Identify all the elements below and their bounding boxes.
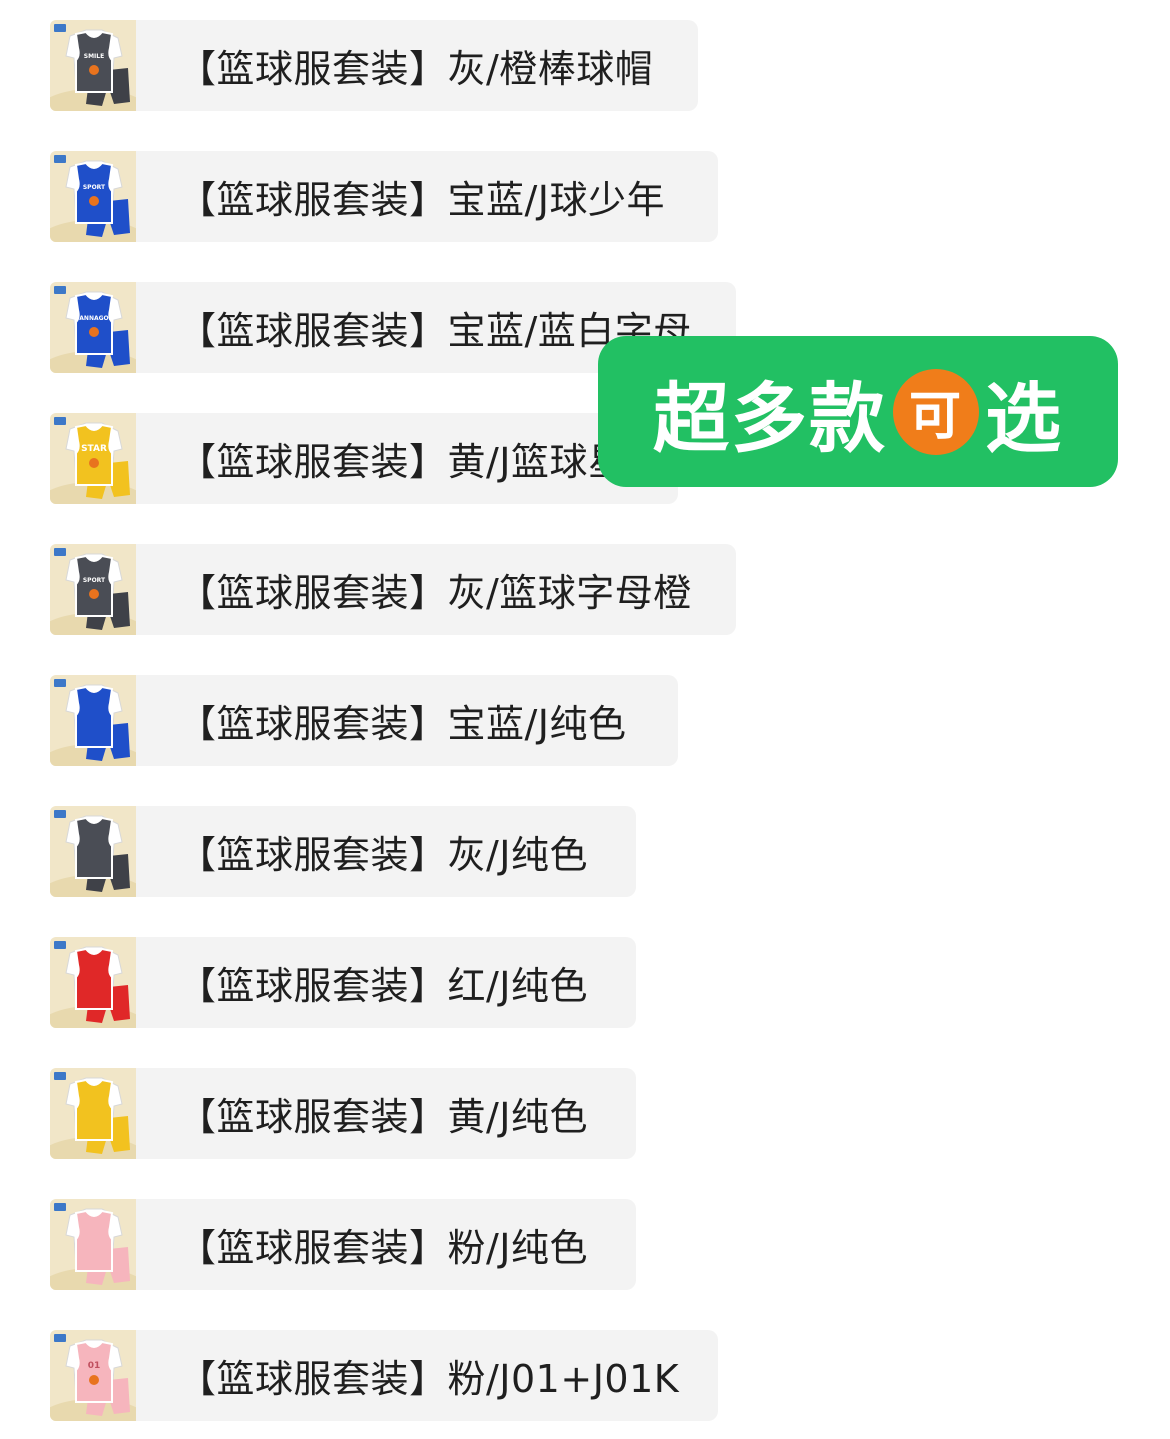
- product-thumbnail: [50, 1068, 136, 1159]
- basketball-icon: [89, 458, 99, 468]
- basketball-outfit-icon: [65, 815, 130, 892]
- product-thumbnail: SPORT: [50, 151, 136, 242]
- option-item[interactable]: SPORT 【篮球服套装】宝蓝/J球少年: [50, 151, 718, 242]
- promo-text-start: 超多款: [653, 373, 887, 463]
- product-thumbnail: STAR: [50, 413, 136, 504]
- option-item[interactable]: 01 【篮球服套装】粉/J01+J01K: [50, 1330, 718, 1421]
- basketball-outfit-icon: [65, 1208, 130, 1285]
- jersey-print: SPORT: [83, 577, 106, 584]
- option-label: 【篮球服套装】宝蓝/J纯色: [178, 702, 627, 746]
- product-thumbnail: [50, 806, 136, 897]
- basketball-outfit-icon: [65, 1077, 130, 1154]
- product-thumbnail: [50, 675, 136, 766]
- basketball-outfit-icon: [65, 946, 130, 1023]
- option-item[interactable]: 【篮球服套装】灰/J纯色: [50, 806, 636, 897]
- option-label: 【篮球服套装】粉/J01+J01K: [178, 1357, 680, 1401]
- option-label: 【篮球服套装】灰/橙棒球帽: [178, 47, 654, 91]
- product-thumbnail: 01: [50, 1330, 136, 1421]
- promo-badge: 可: [893, 368, 979, 455]
- basketball-outfit-icon: DANNAGON: [65, 291, 130, 368]
- option-label: 【篮球服套装】黄/J篮球星: [178, 440, 627, 484]
- option-label: 【篮球服套装】粉/J纯色: [178, 1226, 589, 1270]
- promo-banner: 超多款 可 选: [598, 336, 1118, 487]
- option-item[interactable]: SPORT 【篮球服套装】灰/篮球字母橙: [50, 544, 736, 635]
- jersey-print: SPORT: [83, 184, 106, 191]
- basketball-outfit-icon: SPORT: [65, 160, 130, 237]
- product-thumbnail: [50, 937, 136, 1028]
- product-thumbnail: DANNAGON: [50, 282, 136, 373]
- basketball-outfit-icon: STAR: [65, 422, 130, 499]
- option-label: 【篮球服套装】红/J纯色: [178, 964, 589, 1008]
- basketball-icon: [89, 589, 99, 599]
- jersey-print: STAR: [81, 444, 107, 454]
- option-item[interactable]: 【篮球服套装】宝蓝/J纯色: [50, 675, 678, 766]
- jersey-print: SMILE: [84, 53, 104, 60]
- basketball-icon: [89, 327, 99, 337]
- basketball-outfit-icon: [65, 684, 130, 761]
- product-thumbnail: SMILE: [50, 20, 136, 111]
- basketball-icon: [89, 65, 99, 75]
- option-item[interactable]: SMILE 【篮球服套装】灰/橙棒球帽: [50, 20, 698, 111]
- option-item[interactable]: STAR 【篮球服套装】黄/J篮球星: [50, 413, 678, 504]
- option-item[interactable]: 【篮球服套装】红/J纯色: [50, 937, 636, 1028]
- basketball-icon: [89, 1375, 99, 1385]
- option-item[interactable]: 【篮球服套装】粉/J纯色: [50, 1199, 636, 1290]
- option-label: 【篮球服套装】黄/J纯色: [178, 1095, 589, 1139]
- option-label: 【篮球服套装】灰/J纯色: [178, 833, 589, 877]
- product-thumbnail: SPORT: [50, 544, 136, 635]
- basketball-icon: [89, 196, 99, 206]
- option-label: 【篮球服套装】宝蓝/J球少年: [178, 178, 666, 222]
- basketball-outfit-icon: SPORT: [65, 553, 130, 630]
- option-label: 【篮球服套装】灰/篮球字母橙: [178, 571, 692, 615]
- jersey-print: 01: [88, 1361, 101, 1371]
- product-option-list: SMILE 【篮球服套装】灰/橙棒球帽 SPORT 【篮球服套装】宝蓝/J球少年 D…: [0, 0, 1170, 1439]
- jersey-print: DANNAGON: [74, 315, 113, 322]
- basketball-outfit-icon: SMILE: [65, 29, 130, 106]
- promo-text-end: 选: [985, 373, 1063, 463]
- option-item[interactable]: 【篮球服套装】黄/J纯色: [50, 1068, 636, 1159]
- basketball-outfit-icon: 01: [65, 1339, 130, 1416]
- product-thumbnail: [50, 1199, 136, 1290]
